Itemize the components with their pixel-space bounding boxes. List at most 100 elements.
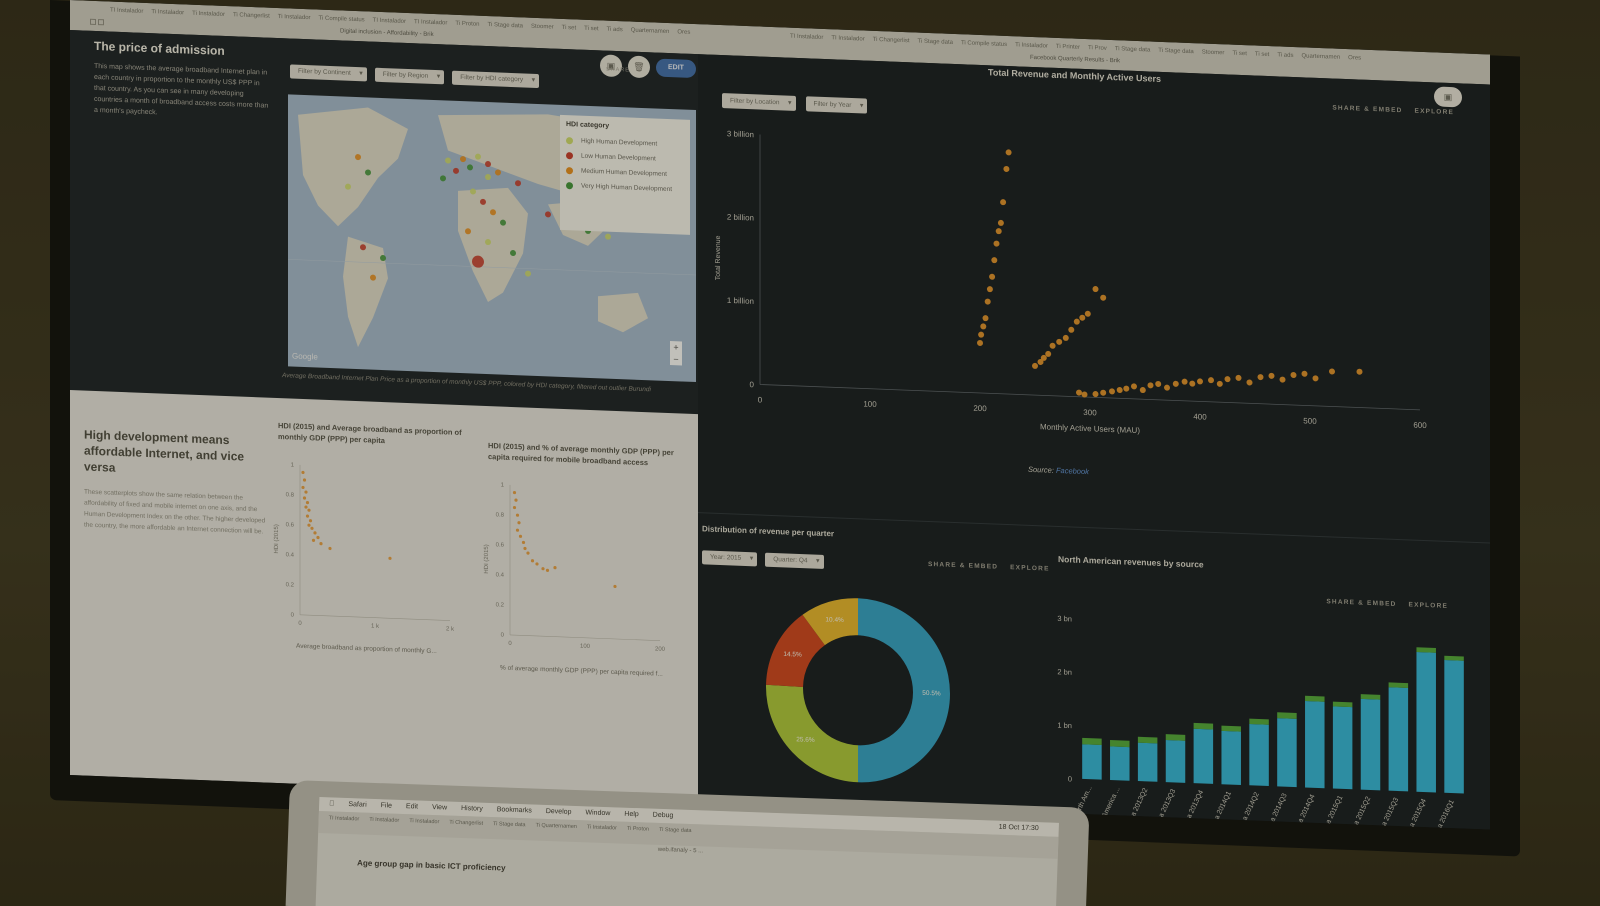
browser-tab[interactable]: TI Instalador (790, 34, 823, 41)
laptop-tab[interactable]: Ti Instalador (409, 818, 439, 825)
explore-link[interactable]: EXPLORE (1010, 564, 1049, 573)
menu-item-debug[interactable]: Debug (652, 809, 674, 824)
browser-tab[interactable]: Quarternamen (631, 28, 670, 35)
x-tick-label: 0 (758, 395, 763, 404)
menu-item-bookmarks[interactable]: Bookmarks (497, 803, 532, 818)
browser-tab[interactable]: TI Instalador (110, 8, 143, 15)
scatter-point (1189, 380, 1196, 387)
trash-icon[interactable]: 🗑 (628, 55, 650, 79)
legend-label: Low Human Development (581, 152, 656, 163)
world-map[interactable]: HDI category High Human Development Low … (288, 94, 696, 383)
laptop-tab[interactable]: Ti Changerlist (449, 820, 483, 827)
share-embed-link[interactable]: SHARE & EMBED (928, 561, 998, 571)
browser-tab[interactable]: Ti Changerlist (873, 37, 910, 44)
scatter-point (1079, 314, 1086, 321)
browser-tab[interactable]: TI Instalador (373, 18, 406, 25)
legend-item[interactable]: Medium Human Development (566, 166, 684, 180)
y-tick-label: 0.6 (496, 542, 505, 548)
scatter-point (984, 298, 991, 305)
filter-year-select[interactable]: Year: 2015 (702, 550, 758, 567)
laptop-tab[interactable]: Ti Instalador (587, 824, 617, 831)
filter-region[interactable]: Filter by Region (374, 67, 445, 85)
browser-tab[interactable]: Stoomer (531, 24, 554, 31)
browser-tab[interactable]: Ti Compile status (319, 16, 365, 24)
scatter-point (1268, 372, 1275, 379)
explore-link[interactable]: EXPLORE (1415, 108, 1454, 117)
menu-item-file[interactable]: File (380, 799, 393, 813)
browser-tab[interactable]: Ti Changerlist (233, 12, 270, 19)
share-label[interactable]: SHARE (606, 67, 630, 74)
browser-tab[interactable]: Ti Instalador (151, 9, 184, 16)
browser-tab[interactable]: Ti ads (1277, 52, 1293, 59)
bar-segment (1388, 682, 1409, 688)
menu-item-develop[interactable]: Develop (546, 805, 572, 820)
edit-button[interactable]: EDIT (656, 58, 696, 79)
menu-item-history[interactable]: History (461, 802, 483, 817)
browser-tab[interactable]: Ti Stage data (488, 22, 523, 29)
x-tick-label: a 2013Q2 (1130, 787, 1149, 818)
window-controls[interactable] (90, 18, 110, 28)
google-logo: Google (292, 351, 318, 362)
browser-tab[interactable]: Ores (677, 29, 690, 36)
browser-tab[interactable]: Ti set (1255, 52, 1269, 59)
menu-item-help[interactable]: Help (624, 808, 639, 822)
browser-tab[interactable]: Ti Instalador (1015, 42, 1048, 49)
north-america-bar-chart[interactable]: 01 bn2 bn3 bnNorth Am... America ... a 201… (1038, 587, 1478, 829)
browser-tab[interactable]: Ti Prov (1088, 45, 1107, 52)
scatter1-plot[interactable]: 1 0.8 0.6 0.4 0.2 00 1 k 2 k HDI (2015) (270, 458, 460, 645)
browser-tab[interactable]: Ti set (584, 26, 598, 33)
browser-tab[interactable]: Ti Instalador (192, 11, 225, 18)
scatter2-plot[interactable]: 1 0.8 0.6 0.4 0.2 00 100 200 HDI (2015) (480, 478, 680, 666)
browser-tab[interactable]: Ti Stage data (1115, 46, 1150, 53)
map-filters: Filter by Continent Filter by Region Fil… (290, 64, 540, 89)
browser-tab[interactable]: Ti ads (607, 27, 623, 34)
zoom-in-button[interactable]: + (670, 341, 682, 353)
browser-tab[interactable]: Quarternamen (1301, 53, 1340, 60)
scatter-point (1000, 199, 1007, 206)
browser-tab[interactable]: Ti Instalador (278, 14, 311, 21)
browser-tab[interactable]: Ti Proton (455, 21, 479, 28)
source-link[interactable]: Facebook (1056, 466, 1089, 476)
x-tick-label: a 2014Q4 (1297, 793, 1316, 824)
share-embed-link[interactable]: SHARE & EMBED (1332, 104, 1402, 114)
legend-item[interactable]: High Human Development (566, 136, 684, 150)
menu-item-safari[interactable]: Safari (348, 798, 367, 813)
filter-continent[interactable]: Filter by Continent (290, 64, 367, 82)
laptop-url[interactable]: web.ifanaly - 5 ... (658, 847, 704, 855)
laptop-tab[interactable]: Ti Instalador (369, 817, 399, 824)
browser-tab[interactable]: Stoomer (1202, 49, 1225, 56)
legend-item[interactable]: Low Human Development (566, 151, 684, 165)
browser-tab[interactable]: Ti set (562, 25, 576, 32)
zoom-out-button[interactable]: − (670, 353, 682, 365)
filter-year[interactable]: Filter by Year (805, 96, 868, 114)
browser-tab[interactable]: Ores (1348, 55, 1361, 62)
browser-tab[interactable]: Ti set (1232, 51, 1246, 58)
scatter2-title: HDI (2015) and % of average monthly GDP … (488, 441, 674, 468)
laptop-tab[interactable]: Ti Stage data (493, 821, 526, 828)
menu-item-edit[interactable]: Edit (406, 800, 419, 814)
revenue-mau-scatter[interactable]: 0 1 billion 2 billion 3 billion 0 100 200 300 40… (698, 114, 1490, 474)
filter-location[interactable]: Filter by Location (722, 93, 796, 111)
browser-tab[interactable]: Ti Printer (1056, 44, 1080, 51)
browser-tab[interactable]: Ti Stage data (918, 39, 953, 46)
present-monitor-icon[interactable]: ▣ (1434, 86, 1462, 108)
filter-hdi-category[interactable]: Filter by HDI category (452, 70, 540, 89)
laptop-tab[interactable]: Ti Stage data (659, 827, 692, 834)
monitor-icon[interactable]: ▣ (600, 54, 622, 78)
menu-item-window[interactable]: Window (585, 806, 610, 821)
revenue-donut-chart[interactable]: 50.5% 25.6% 14.5% 10.4% (758, 586, 978, 804)
map-marker (460, 156, 466, 163)
scatter-point (1257, 374, 1264, 381)
laptop-tab[interactable]: Ti Quarternamen (535, 823, 577, 830)
menu-item-view[interactable]: View (432, 801, 448, 816)
apple-icon[interactable]:  (329, 797, 335, 811)
laptop-tab[interactable]: Ti Proton (627, 826, 649, 833)
browser-tab[interactable]: Ti Stage data (1158, 48, 1193, 55)
legend-item[interactable]: Very High Human Development (566, 181, 684, 195)
y-tick-label: 3 bn (1057, 614, 1072, 624)
browser-tab[interactable]: TI Instalador (414, 19, 447, 26)
laptop-tab[interactable]: TI Instalador (329, 815, 360, 822)
browser-tab[interactable]: TI Instalador (831, 35, 864, 42)
browser-tab[interactable]: Ti Compile status (961, 40, 1007, 48)
filter-quarter-select[interactable]: Quarter: Q4 (765, 552, 824, 569)
